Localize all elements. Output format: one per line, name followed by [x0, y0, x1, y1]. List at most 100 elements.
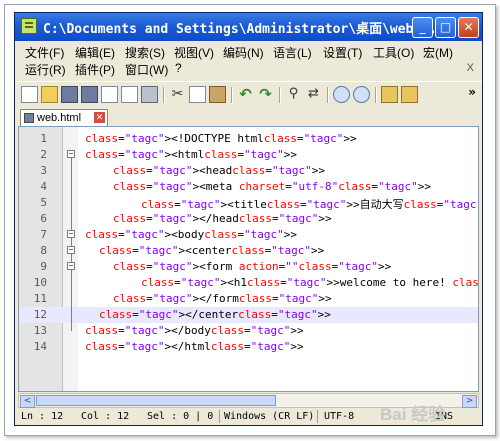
code-line[interactable]: 1 class="tagc"><!DOCTYPE htmlclass="tagc"…: [19, 131, 478, 147]
print-icon[interactable]: [141, 86, 158, 103]
menu-view[interactable]: 视图(V): [174, 44, 214, 61]
toolbar-separator: [231, 87, 233, 103]
menu-help[interactable]: ?: [175, 61, 182, 75]
menu-edit[interactable]: 编辑(E): [75, 44, 115, 61]
toolbar-separator: [163, 87, 165, 103]
fold-guide: [71, 275, 72, 291]
word-wrap-icon[interactable]: [401, 86, 418, 103]
line-number: 2: [40, 148, 47, 161]
scroll-left-button[interactable]: <: [20, 395, 35, 408]
maximize-button[interactable]: □: [435, 17, 456, 38]
window-title: C:\Documents and Settings\Administrator\…: [43, 22, 437, 37]
code-line[interactable]: 8 − class="tagc"><centerclass="tagc">>: [19, 243, 478, 259]
minimize-button[interactable]: _: [412, 17, 433, 38]
new-file-icon[interactable]: [21, 86, 38, 103]
fold-toggle-icon[interactable]: −: [67, 262, 75, 270]
code-text: class="tagc"><htmlclass="tagc">>: [85, 148, 297, 161]
code-line[interactable]: 4 class="tagc"><meta charset="utf-8"class…: [19, 179, 478, 195]
code-line[interactable]: 11 class="tagc"></formclass="tagc">>: [19, 291, 478, 307]
line-number: 11: [33, 292, 47, 305]
line-number: 13: [33, 324, 47, 337]
code-text: class="tagc"><meta charset="utf-8"class=…: [113, 180, 431, 193]
line-number: 1: [40, 132, 47, 145]
code-text: class="tagc"></bodyclass="tagc">>: [85, 324, 304, 337]
line-number: 4: [40, 180, 47, 193]
menu-encoding[interactable]: 编码(N): [223, 44, 264, 61]
cut-icon[interactable]: ✂: [169, 86, 186, 103]
menu-close-doc-x[interactable]: X: [467, 62, 474, 74]
status-line: Ln : 12: [21, 411, 64, 422]
status-divider: [219, 410, 220, 423]
tab-label: web.html: [37, 112, 82, 124]
copy-icon[interactable]: [189, 86, 206, 103]
menu-run[interactable]: 运行(R): [25, 61, 66, 78]
baidu-jingyan-watermark: Bai 经验: [380, 405, 446, 424]
notepadpp-app-icon: [21, 18, 37, 34]
menu-macro[interactable]: 宏(M): [423, 44, 453, 61]
fold-guide: [71, 179, 72, 195]
tab-bar: web.html ✕: [15, 108, 482, 126]
menu-settings[interactable]: 设置(T): [323, 44, 362, 61]
code-line[interactable]: 13 class="tagc"></bodyclass="tagc">>: [19, 323, 478, 339]
code-line[interactable]: 10 class="tagc"><h1class="tagc">>welcome …: [19, 275, 478, 291]
code-line[interactable]: 3 class="tagc"><headclass="tagc">>: [19, 163, 478, 179]
open-file-icon[interactable]: [41, 86, 58, 103]
save-icon[interactable]: [61, 86, 78, 103]
menu-tools[interactable]: 工具(O): [373, 44, 414, 61]
line-number: 6: [40, 212, 47, 225]
code-line[interactable]: 5 class="tagc"><titleclass="tagc">>自动大写cl…: [19, 195, 478, 211]
menu-row-1: 文件(F) 编辑(E) 搜索(S) 视图(V) 编码(N) 语言(L) 设置(T…: [17, 44, 477, 61]
zoom-out-icon[interactable]: [353, 86, 370, 103]
line-number: 12: [33, 308, 47, 321]
zoom-in-icon[interactable]: [333, 86, 350, 103]
fold-guide: [71, 307, 72, 323]
close-file-icon[interactable]: [101, 86, 118, 103]
menu-language[interactable]: 语言(L): [273, 44, 312, 61]
replace-icon[interactable]: ⇄: [305, 86, 322, 103]
fold-toggle-icon[interactable]: −: [67, 230, 75, 238]
code-line[interactable]: 7 − class="tagc"><bodyclass="tagc">>: [19, 227, 478, 243]
status-selection: Sel : 0 | 0: [147, 411, 214, 422]
code-text: class="tagc"><headclass="tagc">>: [113, 164, 325, 177]
code-text: class="tagc"><titleclass="tagc">>自动大写cla…: [141, 198, 478, 211]
paste-icon[interactable]: [209, 86, 226, 103]
line-number: 8: [40, 244, 47, 257]
status-column: Col : 12: [81, 411, 130, 422]
code-line[interactable]: 2 − class="tagc"><htmlclass="tagc">>: [19, 147, 478, 171]
line-number: 5: [40, 196, 47, 209]
tab-close-icon[interactable]: ✕: [94, 112, 105, 123]
menu-search[interactable]: 搜索(S): [125, 44, 165, 61]
save-all-icon[interactable]: [81, 86, 98, 103]
title-bar[interactable]: C:\Documents and Settings\Administrator\…: [15, 13, 482, 41]
close-all-icon[interactable]: [121, 86, 138, 103]
menu-bar: 文件(F) 编辑(E) 搜索(S) 视图(V) 编码(N) 语言(L) 设置(T…: [15, 43, 482, 81]
toolbar-overflow-icon[interactable]: »: [468, 85, 476, 99]
line-number: 7: [40, 228, 47, 241]
fold-toggle-icon[interactable]: −: [67, 150, 75, 158]
fold-guide: [71, 323, 72, 331]
scroll-right-button[interactable]: >: [462, 395, 477, 408]
fold-guide: [71, 211, 72, 227]
undo-icon[interactable]: ↶: [237, 86, 254, 103]
redo-icon[interactable]: ↷: [257, 86, 274, 103]
menu-window[interactable]: 窗口(W): [125, 61, 168, 78]
fold-guide: [71, 163, 72, 179]
find-icon[interactable]: ⚲: [285, 86, 302, 103]
tab-web-html[interactable]: web.html ✕: [20, 109, 108, 126]
code-text: class="tagc"></htmlclass="tagc">>: [85, 340, 304, 353]
code-line[interactable]: 14 class="tagc"></htmlclass="tagc">>: [19, 339, 478, 355]
menu-file[interactable]: 文件(F): [25, 44, 64, 61]
scrollbar-thumb[interactable]: [36, 395, 276, 406]
code-text: class="tagc"><!DOCTYPE htmlclass="tagc">…: [85, 132, 357, 145]
code-editor[interactable]: 1 class="tagc"><!DOCTYPE htmlclass="tagc"…: [18, 126, 479, 392]
code-line[interactable]: 9 − class="tagc"><form action=""class="tag…: [19, 259, 478, 275]
sync-scroll-icon[interactable]: [381, 86, 398, 103]
code-line[interactable]: 12 class="tagc"></centerclass="tagc">>: [19, 307, 478, 323]
code-text: class="tagc"></centerclass="tagc">>: [99, 308, 331, 321]
code-line[interactable]: 6 class="tagc"></headclass="tagc">>: [19, 211, 478, 227]
code-text: class="tagc"><centerclass="tagc">>: [99, 244, 325, 257]
close-button[interactable]: ✕: [458, 17, 479, 38]
fold-toggle-icon[interactable]: −: [67, 246, 75, 254]
code-text: class="tagc"><h1class="tagc">>welcome to…: [141, 276, 479, 289]
menu-plugins[interactable]: 插件(P): [75, 61, 115, 78]
